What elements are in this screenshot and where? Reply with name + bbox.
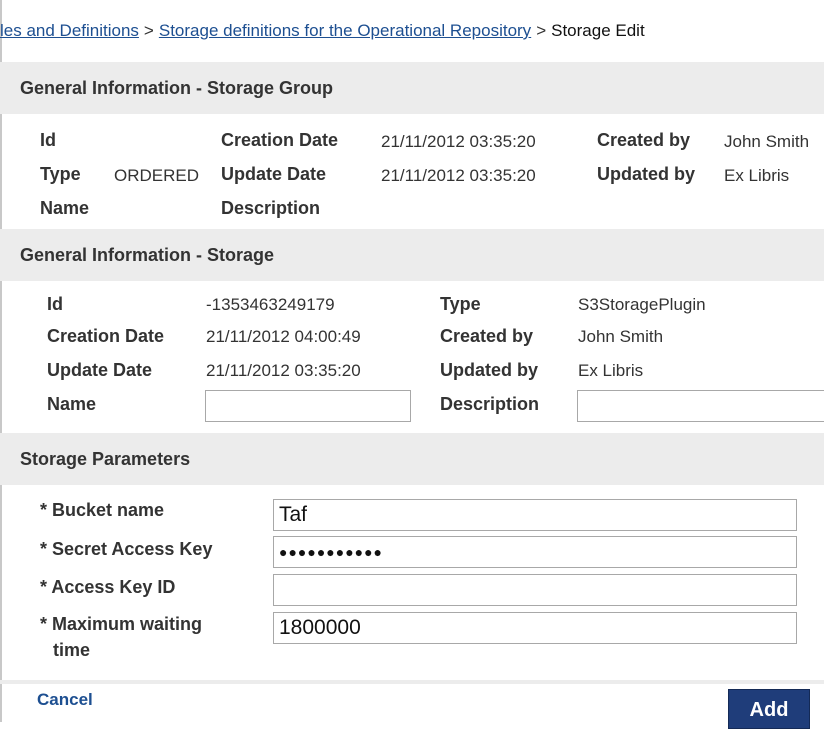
storage-update-date-label: Update Date [47,360,153,380]
section-header-storage-group: General Information - Storage Group [0,62,824,114]
group-name-label: Name [40,198,90,218]
secret-access-key-input[interactable]: ●●●●●●●●●●● [273,536,797,568]
group-created-by-value: John Smith [724,132,810,151]
storage-updated-by-value: Ex Libris [578,361,644,380]
storage-updated-by-label: Updated by [440,360,539,380]
group-type-label: Type [40,164,81,184]
bucket-name-input[interactable]: Taf [273,499,797,531]
breadcrumb-separator: > [143,21,154,40]
group-update-date-value: 21/11/2012 03:35:20 [381,166,536,185]
cancel-link[interactable]: Cancel [37,690,93,710]
footer-divider [0,680,824,684]
group-updated-by-label: Updated by [597,164,696,184]
breadcrumb-item-rules-definitions[interactable]: les and Definitions [0,21,139,40]
add-button[interactable]: Add [728,689,810,729]
access-key-id-label: * Access Key ID [40,577,176,597]
section-header-storage: General Information - Storage [0,229,824,281]
storage-description-input[interactable] [577,390,824,422]
group-created-by-label: Created by [597,130,691,150]
section-header-storage-parameters: Storage Parameters [0,433,824,485]
group-id-label: Id [40,130,56,150]
storage-id-value: -1353463249179 [206,295,335,314]
storage-name-label: Name [47,394,97,414]
group-update-date-label: Update Date [221,164,327,184]
max-waiting-time-label-cont: time [53,640,91,660]
breadcrumb: les and Definitions > Storage definitions … [0,0,824,62]
storage-created-by-label: Created by [440,326,534,346]
storage-update-date-value: 21/11/2012 03:35:20 [206,361,361,380]
max-waiting-time-label: * Maximum waiting [40,614,203,634]
breadcrumb-separator: > [536,21,547,40]
group-updated-by-value: Ex Libris [724,166,790,185]
breadcrumb-item-storage-definitions[interactable]: Storage definitions for the Operational … [159,21,531,40]
secret-access-key-label: * Secret Access Key [40,539,213,559]
storage-created-by-value: John Smith [578,327,664,346]
storage-creation-date-label: Creation Date [47,326,165,346]
storage-type-value: S3StoragePlugin [578,295,706,314]
storage-name-input[interactable] [205,390,411,422]
storage-creation-date-value: 21/11/2012 04:00:49 [206,327,361,346]
storage-description-label: Description [440,394,540,414]
access-key-id-input[interactable] [273,574,797,606]
max-waiting-time-input[interactable]: 1800000 [273,612,797,644]
group-description-label: Description [221,198,321,218]
group-creation-date-value: 21/11/2012 03:35:20 [381,132,536,151]
group-type-value: ORDERED [114,166,200,185]
storage-type-label: Type [440,294,481,314]
bucket-name-label: * Bucket name [40,500,165,520]
breadcrumb-current: Storage Edit [551,21,645,40]
group-creation-date-label: Creation Date [221,130,339,150]
storage-id-label: Id [47,294,63,314]
